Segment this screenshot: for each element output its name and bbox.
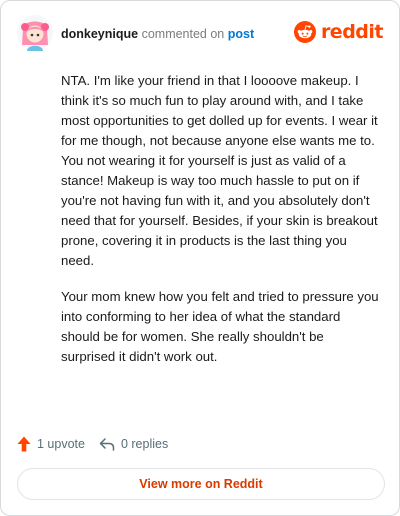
upvote-count: 1 upvote <box>37 437 85 451</box>
replies-button[interactable]: 0 replies <box>99 437 168 451</box>
post-link[interactable]: post <box>228 27 254 41</box>
comment-meta: 1 upvote 0 replies <box>17 433 168 455</box>
comment-header: donkeynique commented on post reddit <box>17 15 384 51</box>
reddit-brand[interactable]: reddit <box>293 18 384 46</box>
comment-byline: donkeynique commented on post <box>61 26 254 42</box>
user-avatar[interactable] <box>17 15 53 51</box>
reddit-wordmark: reddit <box>320 21 384 43</box>
comment-body: NTA. I'm like your friend in that I looo… <box>61 71 381 383</box>
upvote-button[interactable]: 1 upvote <box>17 436 85 452</box>
action-text: commented on <box>141 27 225 41</box>
comment-paragraph: NTA. I'm like your friend in that I looo… <box>61 73 378 268</box>
upvote-arrow-icon <box>17 436 31 452</box>
reply-count: 0 replies <box>120 437 169 451</box>
username[interactable]: donkeynique <box>61 27 138 41</box>
comment-paragraph: Your mom knew how you felt and tried to … <box>61 289 379 364</box>
view-more-button[interactable]: View more on Reddit <box>17 468 385 500</box>
reddit-snoo-icon <box>293 21 316 43</box>
embedded-comment-card: donkeynique commented on post reddit NTA… <box>0 0 400 516</box>
reply-arrow-icon <box>99 438 115 451</box>
